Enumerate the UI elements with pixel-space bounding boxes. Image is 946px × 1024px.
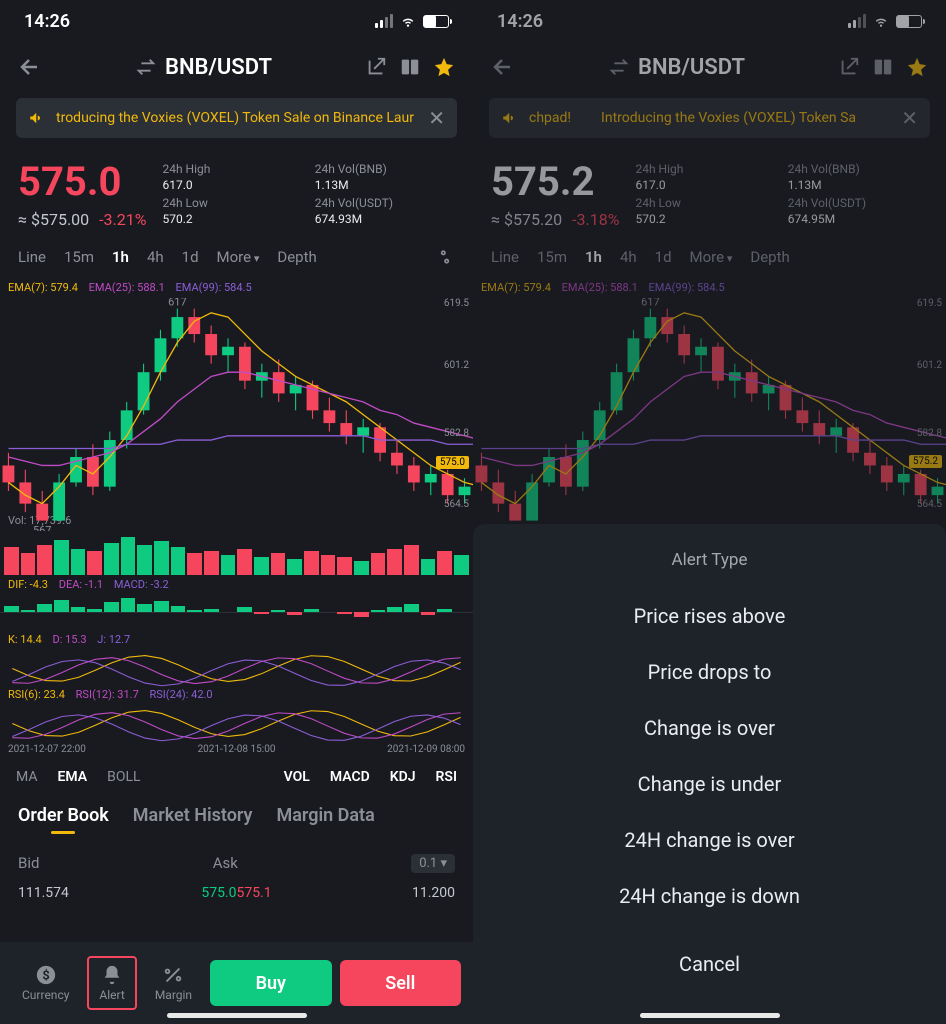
ind-ma[interactable]: MA [16, 769, 37, 785]
header: BNB/USDT [0, 42, 473, 92]
external-link-icon[interactable] [365, 56, 387, 78]
chart-settings-icon[interactable] [908, 247, 928, 267]
status-bar: 14:26 [473, 0, 946, 42]
buy-button[interactable]: Buy [210, 960, 331, 1006]
tab-margin-data[interactable]: Margin Data [276, 805, 374, 826]
margin-button[interactable]: Margin [145, 958, 202, 1008]
alert-opt-24h-over[interactable]: 24H change is over [473, 812, 946, 868]
alert-type-sheet: Alert Type Price rises above Price drops… [473, 524, 946, 1024]
ind-ema[interactable]: EMA [57, 769, 87, 785]
candlestick-chart[interactable]: 617567 619.5 601.2 582.8 564.5 575.2 [473, 298, 946, 510]
price-summary: 575.2 ≈ $575.20 -3.18% 24h High617.0 24h… [473, 144, 946, 237]
svg-text:617: 617 [641, 298, 660, 308]
swap-icon [608, 56, 630, 78]
battery-icon [896, 15, 922, 28]
alert-button[interactable]: Alert [87, 956, 136, 1010]
svg-text:617: 617 [168, 298, 187, 308]
tf-1d[interactable]: 1d [182, 248, 199, 266]
kdj-chart [0, 649, 473, 685]
alert-cancel[interactable]: Cancel [473, 936, 946, 992]
tf-15m[interactable]: 15m [64, 248, 94, 266]
megaphone-icon [28, 109, 46, 127]
ind-boll[interactable]: BOLL [107, 769, 140, 785]
status-time: 14:26 [497, 11, 543, 32]
price-summary: 575.0 ≈ $575.00 -3.21% 24h High617.0 24h… [0, 144, 473, 237]
tf-4h[interactable]: 4h [147, 248, 164, 266]
announcement-banner[interactable]: chpad! Introducing the Voxies (VOXEL) To… [489, 98, 930, 138]
orderbook-row: 111.574 575.0 575.1 11.200 [0, 881, 473, 905]
rsi-chart [0, 704, 473, 740]
favorite-star-icon[interactable] [906, 56, 928, 78]
tf-depth[interactable]: Depth [277, 248, 316, 266]
cellular-icon [848, 14, 866, 28]
kdj-legend: K: 14.4 D: 15.3 J: 12.7 [0, 630, 473, 649]
ind-macd[interactable]: MACD [330, 769, 370, 785]
tab-order-book[interactable]: Order Book [18, 805, 109, 826]
header: BNB/USDT [473, 42, 946, 92]
price-change-pct: -3.18% [572, 210, 619, 229]
chart-settings-icon[interactable] [435, 247, 455, 267]
macd-legend: DIF: -4.3 DEA: -1.1 MACD: -3.2 [0, 575, 473, 594]
tf-1h[interactable]: 1h [112, 248, 129, 266]
indicator-selector: MA EMA BOLL VOL MACD KDJ RSI [0, 759, 473, 795]
alert-opt-price-rises[interactable]: Price rises above [473, 588, 946, 644]
sell-button[interactable]: Sell [340, 960, 461, 1006]
home-indicator [640, 1013, 780, 1018]
alert-opt-24h-down[interactable]: 24H change is down [473, 868, 946, 924]
decimals-dropdown[interactable]: 0.1 ▾ [411, 854, 455, 873]
usd-price: ≈ $575.00 [18, 210, 89, 229]
percent-icon [162, 964, 184, 986]
price-change-pct: -3.21% [99, 210, 146, 229]
panels-icon[interactable] [872, 56, 894, 78]
volume-chart [0, 531, 473, 575]
close-banner-icon[interactable]: ✕ [901, 106, 918, 130]
alert-opt-change-under[interactable]: Change is under [473, 756, 946, 812]
tab-market-history[interactable]: Market History [133, 805, 253, 826]
ind-kdj[interactable]: KDJ [390, 769, 416, 785]
wifi-icon [399, 14, 417, 28]
battery-icon [423, 15, 449, 28]
megaphone-icon [501, 109, 519, 127]
last-price: 575.0 [18, 162, 146, 202]
alert-opt-change-over[interactable]: Change is over [473, 700, 946, 756]
favorite-star-icon[interactable] [433, 56, 455, 78]
macd-chart [0, 594, 473, 630]
tf-line[interactable]: Line [18, 248, 46, 266]
panels-icon[interactable] [399, 56, 421, 78]
bell-icon [101, 964, 123, 986]
dollar-icon: $ [35, 964, 57, 986]
wifi-icon [872, 14, 890, 28]
trading-pair[interactable]: BNB/USDT [54, 55, 353, 80]
close-banner-icon[interactable]: ✕ [428, 106, 445, 130]
timeframe-selector: Line 15m 1h 4h 1d More Depth [473, 237, 946, 277]
home-indicator [167, 1013, 307, 1018]
ema-legend: EMA(7): 579.4 EMA(25): 588.1 EMA(99): 58… [0, 277, 473, 298]
svg-text:$: $ [42, 969, 49, 984]
currency-button[interactable]: $ Currency [12, 958, 79, 1008]
ind-rsi[interactable]: RSI [436, 769, 457, 785]
usd-price: ≈ $575.20 [491, 210, 562, 229]
status-bar: 14:26 [0, 0, 473, 42]
announcement-banner[interactable]: troducing the Voxies (VOXEL) Token Sale … [16, 98, 457, 138]
orderbook-header: Bid Ask 0.1 ▾ [0, 836, 473, 881]
timeframe-selector: Line 15m 1h 4h 1d More Depth [0, 237, 473, 277]
alert-opt-price-drops[interactable]: Price drops to [473, 644, 946, 700]
data-tabs: Order Book Market History Margin Data [0, 795, 473, 836]
swap-icon [135, 56, 157, 78]
last-price: 575.2 [491, 162, 619, 202]
cellular-icon [375, 14, 393, 28]
current-price-tag: 575.2 [909, 455, 942, 468]
back-button[interactable] [491, 55, 515, 79]
svg-text:567: 567 [33, 524, 52, 531]
bottom-bar: $ Currency Alert Margin Buy Sell [0, 942, 473, 1024]
current-price-tag: 575.0 [436, 456, 469, 469]
status-time: 14:26 [24, 11, 70, 32]
tf-more[interactable]: More [217, 248, 260, 266]
candlestick-chart[interactable]: 617567 619.5 601.2 582.8 564.5 575.0 [0, 298, 473, 510]
ind-vol[interactable]: VOL [284, 769, 310, 785]
trading-pair[interactable]: BNB/USDT [527, 55, 826, 80]
back-button[interactable] [18, 55, 42, 79]
sheet-title: Alert Type [473, 542, 946, 588]
external-link-icon[interactable] [838, 56, 860, 78]
